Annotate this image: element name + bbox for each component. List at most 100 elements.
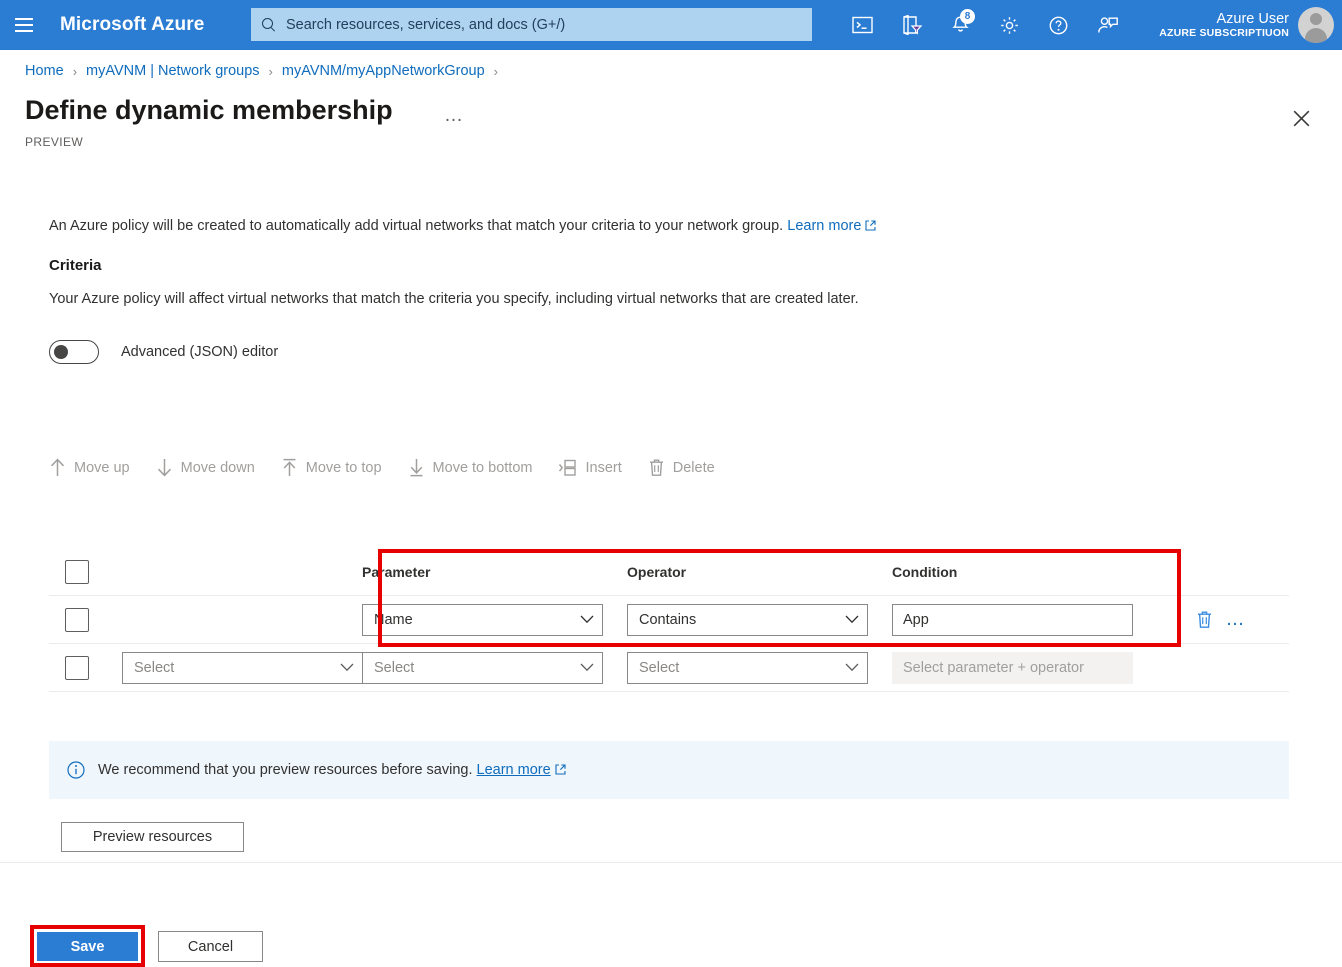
table-row: Name Contains App … xyxy=(49,596,1289,644)
notifications-bell-icon[interactable]: 8 xyxy=(936,0,985,50)
preview-badge: PREVIEW xyxy=(25,135,83,149)
preview-resources-button[interactable]: Preview resources xyxy=(61,822,244,852)
intro-learn-more-link[interactable]: Learn more xyxy=(787,218,861,234)
criteria-subtext: Your Azure policy will affect virtual ne… xyxy=(49,291,859,307)
intro-text: An Azure policy will be created to autom… xyxy=(49,218,783,234)
avatar[interactable] xyxy=(1298,7,1334,43)
move-up-label: Move up xyxy=(74,460,130,476)
toggle-knob xyxy=(54,345,68,359)
blade-footer xyxy=(0,862,1342,936)
parameter-dropdown[interactable]: Select xyxy=(362,652,603,684)
chevron-down-icon xyxy=(845,660,859,676)
row-actions: … xyxy=(1189,605,1253,635)
settings-gear-icon[interactable] xyxy=(985,0,1034,50)
azure-brand-logo[interactable]: Microsoft Azure xyxy=(60,14,204,36)
intro-description: An Azure policy will be created to autom… xyxy=(49,218,876,235)
advanced-json-editor-toggle[interactable] xyxy=(49,340,99,364)
info-bar-text: We recommend that you preview resources … xyxy=(98,762,473,778)
search-icon xyxy=(261,17,277,33)
chevron-down-icon xyxy=(580,660,594,676)
chevron-down-icon xyxy=(845,612,859,628)
select-all-cell xyxy=(49,560,122,584)
row-select-cell xyxy=(49,656,122,680)
operator-value: Select xyxy=(639,660,679,676)
condition-placeholder: Select parameter + operator xyxy=(903,660,1084,676)
breadcrumb-item-network-groups[interactable]: myAVNM | Network groups xyxy=(86,63,260,79)
arrow-down-icon xyxy=(156,458,173,477)
preview-recommendation-info-bar: We recommend that you preview resources … xyxy=(49,741,1289,799)
breadcrumb-separator-icon: › xyxy=(73,64,77,79)
row-select-cell xyxy=(49,608,122,632)
criteria-table: Parameter Operator Condition Name Contai… xyxy=(49,548,1289,692)
group-dropdown[interactable]: Select xyxy=(122,652,363,684)
top-bar-icon-group: 8 xyxy=(838,0,1132,50)
azure-top-navigation-bar: Microsoft Azure Search resources, servic… xyxy=(0,0,1342,50)
row-group-cell: Select xyxy=(122,652,362,684)
chevron-down-icon xyxy=(340,660,354,676)
condition-input[interactable]: App xyxy=(892,604,1133,636)
insert-button[interactable]: Insert xyxy=(558,459,621,477)
account-name: Azure User xyxy=(1159,11,1289,28)
row-checkbox[interactable] xyxy=(65,656,89,680)
breadcrumb-item-home[interactable]: Home xyxy=(25,63,64,79)
save-button[interactable]: Save xyxy=(37,932,138,961)
operator-dropdown[interactable]: Contains xyxy=(627,604,868,636)
table-row: Select Select Select Select parameter + … xyxy=(49,644,1289,692)
directories-subscriptions-icon[interactable] xyxy=(887,0,936,50)
page-more-ellipsis-icon[interactable]: … xyxy=(444,106,465,125)
move-to-top-button[interactable]: Move to top xyxy=(281,458,382,477)
criteria-heading: Criteria xyxy=(49,257,102,274)
notification-count-badge: 8 xyxy=(960,9,975,24)
operator-value: Contains xyxy=(639,612,696,628)
hamburger-menu-icon[interactable] xyxy=(0,0,48,50)
select-all-checkbox[interactable] xyxy=(65,560,89,584)
row-parameter-cell: Name xyxy=(362,604,627,636)
parameter-value: Name xyxy=(374,612,413,628)
breadcrumb-item-app-network-group[interactable]: myAVNM/myAppNetworkGroup xyxy=(282,63,485,79)
breadcrumb-separator-icon: › xyxy=(269,64,273,79)
define-dynamic-membership-blade: Home › myAVNM | Network groups › myAVNM/… xyxy=(0,50,1342,936)
info-bar-text-wrap: We recommend that you preview resources … xyxy=(98,762,566,779)
delete-button[interactable]: Delete xyxy=(648,458,715,477)
row-condition-cell: App xyxy=(892,604,1157,636)
row-delete-trash-icon[interactable] xyxy=(1189,605,1219,635)
arrow-up-to-line-icon xyxy=(281,458,298,477)
column-header-operator: Operator xyxy=(627,564,892,580)
move-to-bottom-label: Move to bottom xyxy=(433,460,533,476)
arrow-up-icon xyxy=(49,458,66,477)
criteria-command-bar: Move up Move down Move to top Move to bo… xyxy=(49,458,741,477)
breadcrumb: Home › myAVNM | Network groups › myAVNM/… xyxy=(25,63,507,79)
breadcrumb-separator-icon: › xyxy=(494,64,498,79)
row-checkbox[interactable] xyxy=(65,608,89,632)
page-title: Define dynamic membership xyxy=(25,95,393,126)
external-link-icon xyxy=(865,219,876,235)
info-bar-learn-more-link[interactable]: Learn more xyxy=(477,762,551,778)
move-to-top-label: Move to top xyxy=(306,460,382,476)
operator-dropdown[interactable]: Select xyxy=(627,652,868,684)
move-to-bottom-button[interactable]: Move to bottom xyxy=(408,458,533,477)
help-question-icon[interactable] xyxy=(1034,0,1083,50)
close-icon[interactable] xyxy=(1287,104,1315,132)
feedback-icon[interactable] xyxy=(1083,0,1132,50)
insert-row-icon xyxy=(558,459,577,477)
delete-label: Delete xyxy=(673,460,715,476)
row-more-ellipsis-icon[interactable]: … xyxy=(1219,605,1253,635)
insert-label: Insert xyxy=(585,460,621,476)
move-down-button[interactable]: Move down xyxy=(156,458,255,477)
account-subscription: AZURE SUBSCRIPTIUON xyxy=(1159,27,1289,39)
trash-icon xyxy=(648,458,665,477)
group-value: Select xyxy=(134,660,174,676)
condition-input: Select parameter + operator xyxy=(892,652,1133,684)
row-parameter-cell: Select xyxy=(362,652,627,684)
arrow-down-to-line-icon xyxy=(408,458,425,477)
cloud-shell-icon[interactable] xyxy=(838,0,887,50)
parameter-dropdown[interactable]: Name xyxy=(362,604,603,636)
table-header-row: Parameter Operator Condition xyxy=(49,548,1289,596)
column-header-condition: Condition xyxy=(892,564,1157,580)
row-operator-cell: Select xyxy=(627,652,892,684)
row-operator-cell: Contains xyxy=(627,604,892,636)
account-menu[interactable]: Azure User AZURE SUBSCRIPTIUON xyxy=(1159,0,1334,50)
global-search-input[interactable]: Search resources, services, and docs (G+… xyxy=(251,8,812,41)
parameter-value: Select xyxy=(374,660,414,676)
move-up-button[interactable]: Move up xyxy=(49,458,130,477)
